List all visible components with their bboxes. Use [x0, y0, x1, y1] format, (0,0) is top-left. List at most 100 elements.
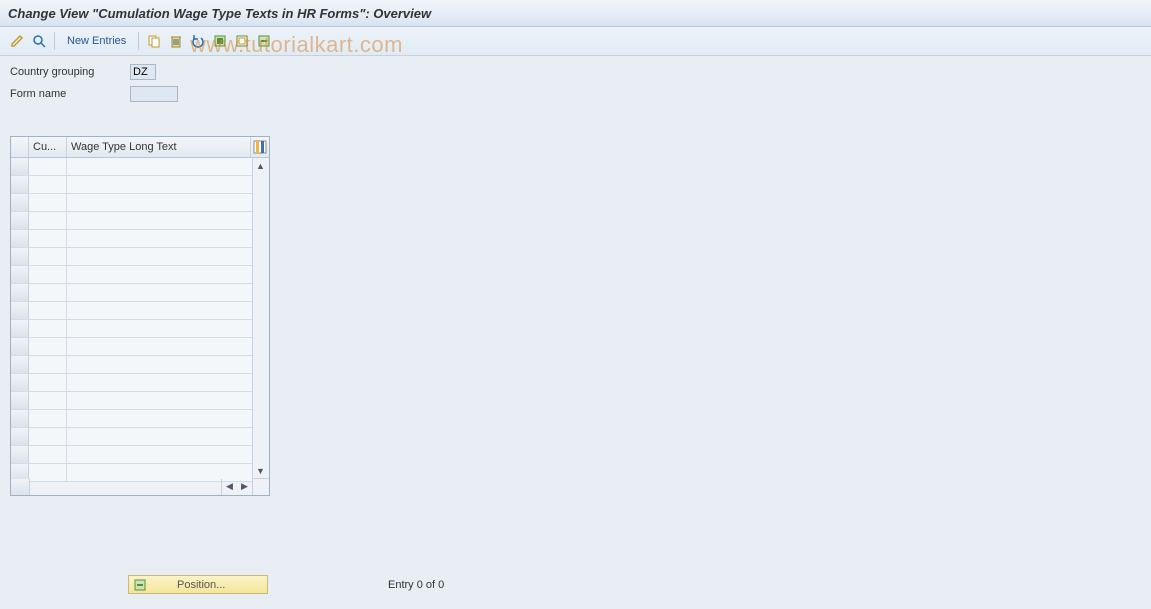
scroll-right-icon[interactable]: ▶	[237, 479, 252, 494]
row-selector[interactable]	[11, 248, 29, 265]
cell-cumulation[interactable]	[29, 176, 67, 193]
entry-counter: Entry 0 of 0	[388, 579, 444, 591]
table-row[interactable]	[11, 158, 252, 176]
vertical-scrollbar[interactable]: ▲ ▼	[252, 158, 269, 478]
table-row[interactable]	[11, 176, 252, 194]
copy-icon[interactable]	[145, 32, 163, 50]
cell-wage-type-text[interactable]	[67, 194, 252, 211]
select-all-icon[interactable]	[211, 32, 229, 50]
country-grouping-input[interactable]	[130, 64, 156, 80]
cell-wage-type-text[interactable]	[67, 410, 252, 427]
table-row[interactable]	[11, 302, 252, 320]
table-row[interactable]	[11, 284, 252, 302]
position-button[interactable]: Position...	[128, 575, 268, 594]
row-selector[interactable]	[11, 428, 29, 445]
table-row[interactable]	[11, 230, 252, 248]
cell-cumulation[interactable]	[29, 392, 67, 409]
table-row[interactable]	[11, 266, 252, 284]
separator	[54, 32, 55, 50]
title-bar: Change View "Cumulation Wage Type Texts …	[0, 0, 1151, 27]
table-row[interactable]	[11, 446, 252, 464]
table-row[interactable]	[11, 338, 252, 356]
table-row[interactable]	[11, 410, 252, 428]
table-row[interactable]	[11, 248, 252, 266]
row-selector[interactable]	[11, 374, 29, 391]
cell-cumulation[interactable]	[29, 410, 67, 427]
row-selector[interactable]	[11, 392, 29, 409]
cell-wage-type-text[interactable]	[67, 284, 252, 301]
table-row[interactable]	[11, 392, 252, 410]
column-selector[interactable]	[11, 137, 29, 157]
cell-cumulation[interactable]	[29, 158, 67, 175]
row-selector[interactable]	[11, 302, 29, 319]
cell-wage-type-text[interactable]	[67, 302, 252, 319]
cell-cumulation[interactable]	[29, 284, 67, 301]
cell-wage-type-text[interactable]	[67, 230, 252, 247]
cell-wage-type-text[interactable]	[67, 428, 252, 445]
cell-cumulation[interactable]	[29, 194, 67, 211]
column-cumulation[interactable]: Cu...	[29, 137, 67, 157]
table-row[interactable]	[11, 464, 252, 482]
undo-icon[interactable]	[189, 32, 207, 50]
cell-wage-type-text[interactable]	[67, 320, 252, 337]
row-selector[interactable]	[11, 356, 29, 373]
row-selector[interactable]	[11, 410, 29, 427]
cell-cumulation[interactable]	[29, 356, 67, 373]
table-settings-icon[interactable]	[251, 137, 269, 157]
cell-cumulation[interactable]	[29, 320, 67, 337]
table-row[interactable]	[11, 194, 252, 212]
cell-cumulation[interactable]	[29, 374, 67, 391]
cell-wage-type-text[interactable]	[67, 392, 252, 409]
table-row[interactable]	[11, 320, 252, 338]
cell-wage-type-text[interactable]	[67, 446, 252, 463]
rows-area	[11, 158, 252, 478]
cell-cumulation[interactable]	[29, 230, 67, 247]
row-selector[interactable]	[11, 230, 29, 247]
print-icon[interactable]	[255, 32, 273, 50]
deselect-icon[interactable]	[233, 32, 251, 50]
cell-cumulation[interactable]	[29, 302, 67, 319]
new-entries-button[interactable]: New Entries	[61, 35, 132, 47]
cell-wage-type-text[interactable]	[67, 176, 252, 193]
column-wage-type-text[interactable]: Wage Type Long Text	[67, 137, 251, 157]
row-selector[interactable]	[11, 338, 29, 355]
cell-cumulation[interactable]	[29, 464, 67, 481]
cell-cumulation[interactable]	[29, 212, 67, 229]
cell-wage-type-text[interactable]	[67, 248, 252, 265]
row-selector[interactable]	[11, 284, 29, 301]
toggle-edit-icon[interactable]	[8, 32, 26, 50]
horizontal-scrollbar[interactable]: ◀ ▶	[221, 479, 269, 495]
details-icon[interactable]	[30, 32, 48, 50]
table-row[interactable]	[11, 212, 252, 230]
position-label: Position...	[177, 579, 225, 591]
cell-wage-type-text[interactable]	[67, 212, 252, 229]
table-row[interactable]	[11, 428, 252, 446]
delete-icon[interactable]	[167, 32, 185, 50]
cell-wage-type-text[interactable]	[67, 158, 252, 175]
scroll-down-icon[interactable]: ▼	[253, 463, 268, 478]
cell-wage-type-text[interactable]	[67, 338, 252, 355]
cell-cumulation[interactable]	[29, 428, 67, 445]
row-selector[interactable]	[11, 176, 29, 193]
form-name-input[interactable]	[130, 86, 178, 102]
separator	[138, 32, 139, 50]
form-name-label: Form name	[10, 88, 130, 100]
table-row[interactable]	[11, 374, 252, 392]
row-selector[interactable]	[11, 320, 29, 337]
row-selector[interactable]	[11, 266, 29, 283]
cell-cumulation[interactable]	[29, 266, 67, 283]
cell-wage-type-text[interactable]	[67, 266, 252, 283]
cell-cumulation[interactable]	[29, 248, 67, 265]
form-name-row: Form name	[10, 84, 1151, 104]
scroll-up-icon[interactable]: ▲	[253, 158, 268, 173]
row-selector[interactable]	[11, 446, 29, 463]
cell-wage-type-text[interactable]	[67, 374, 252, 391]
table-row[interactable]	[11, 356, 252, 374]
scroll-left-icon[interactable]: ◀	[222, 479, 237, 494]
cell-cumulation[interactable]	[29, 338, 67, 355]
cell-cumulation[interactable]	[29, 446, 67, 463]
row-selector[interactable]	[11, 194, 29, 211]
row-selector[interactable]	[11, 212, 29, 229]
cell-wage-type-text[interactable]	[67, 356, 252, 373]
row-selector[interactable]	[11, 158, 29, 175]
